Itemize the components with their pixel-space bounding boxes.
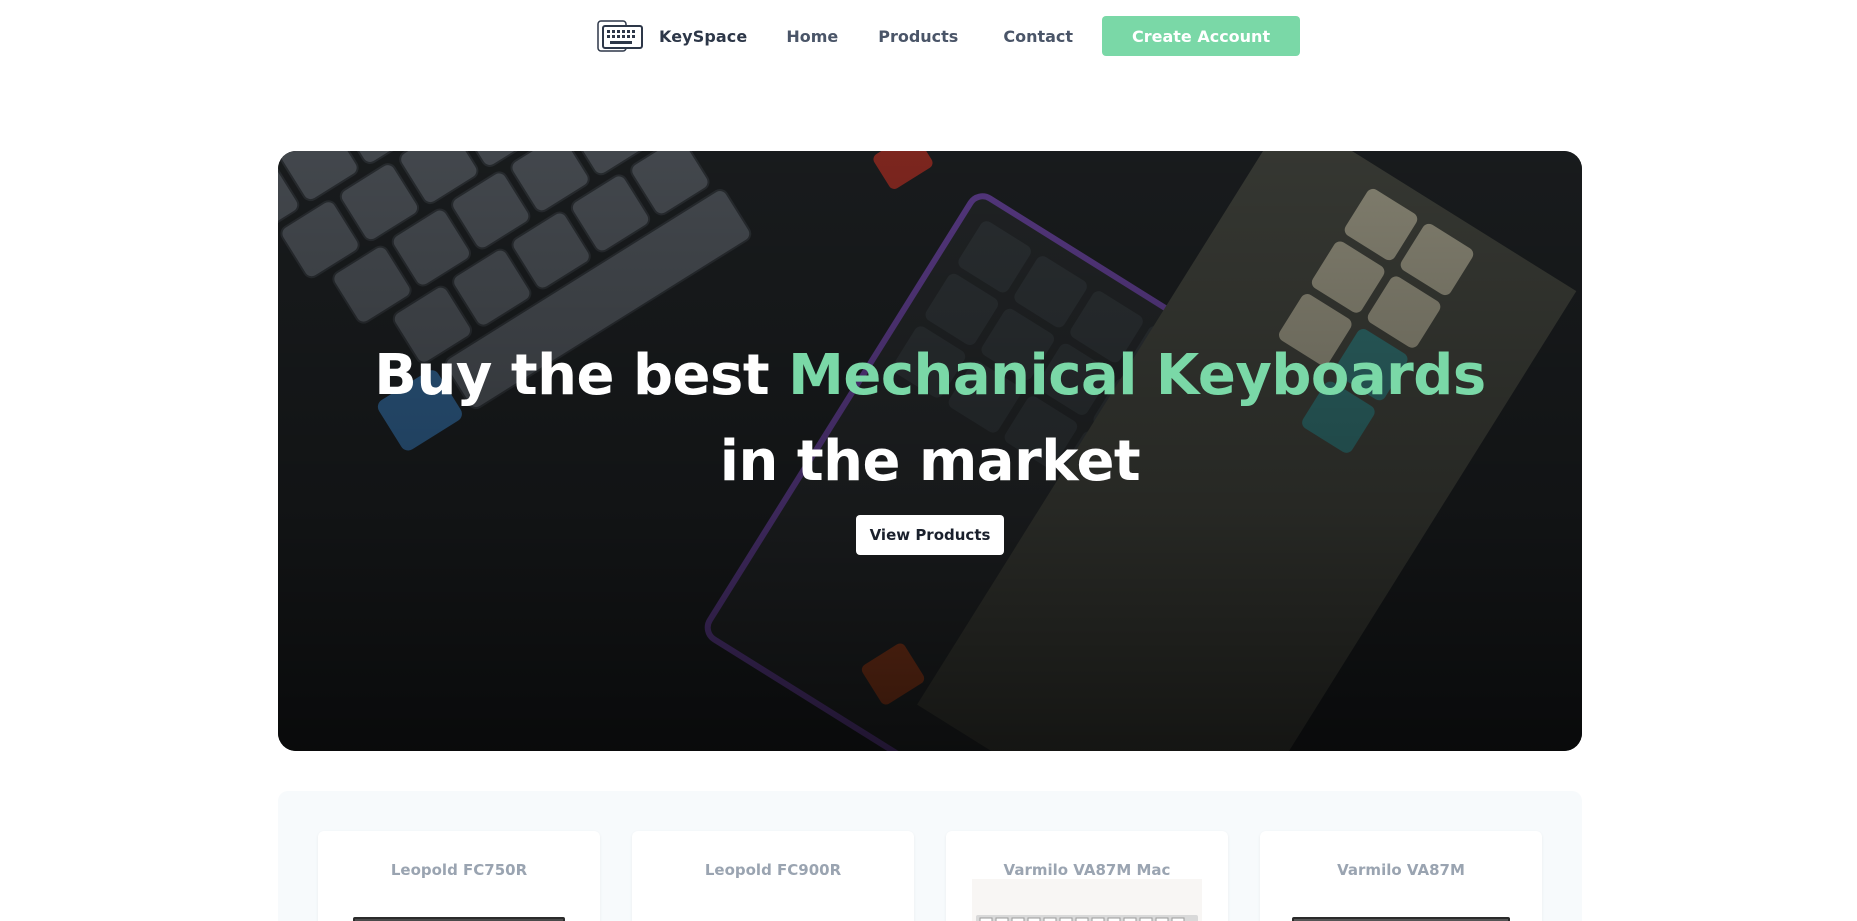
products-section: Leopold FC750R Leopold FC900R Varmilo VA…: [278, 791, 1582, 921]
hero-title-accent: Mechanical Keyboards: [788, 343, 1486, 408]
product-name: Varmilo VA87M Mac: [1003, 861, 1171, 879]
product-name: Leopold FC900R: [704, 861, 842, 879]
nav-products-link[interactable]: Products: [878, 27, 958, 46]
product-name: Varmilo VA87M: [1337, 861, 1465, 879]
product-card[interactable]: Leopold FC750R: [318, 831, 600, 921]
hero-title-line1: Buy the best Mechanical Keyboards: [278, 333, 1582, 419]
nav-home-link[interactable]: Home: [786, 27, 838, 46]
hero-title-prefix: Buy the best: [374, 343, 789, 408]
brand-name: KeySpace: [659, 26, 748, 46]
product-name: Leopold FC750R: [390, 861, 528, 879]
hero-heading: Buy the best Mechanical Keyboards in the…: [278, 333, 1582, 505]
product-card[interactable]: Varmilo VA87M Mac: [946, 831, 1228, 921]
nav-contact-link[interactable]: Contact: [1003, 27, 1073, 46]
hero-banner: Buy the best Mechanical Keyboards in the…: [278, 151, 1582, 751]
view-products-button[interactable]: View Products: [856, 515, 1004, 555]
white-keyboard-image-icon: [972, 879, 1202, 921]
brand-link[interactable]: KeySpace: [597, 20, 747, 52]
create-account-button[interactable]: Create Account: [1102, 16, 1301, 56]
dark-keyboard-image-icon: [353, 917, 565, 921]
product-card[interactable]: Leopold FC900R: [632, 831, 914, 921]
dark-keyboard-image-icon: [1292, 917, 1510, 921]
top-nav: KeySpace Home Products Contact Create Ac…: [597, 16, 1301, 56]
keyboard-logo-icon: [597, 20, 643, 52]
hero-title-line2: in the market: [719, 429, 1141, 494]
product-card[interactable]: Varmilo VA87M: [1260, 831, 1542, 921]
